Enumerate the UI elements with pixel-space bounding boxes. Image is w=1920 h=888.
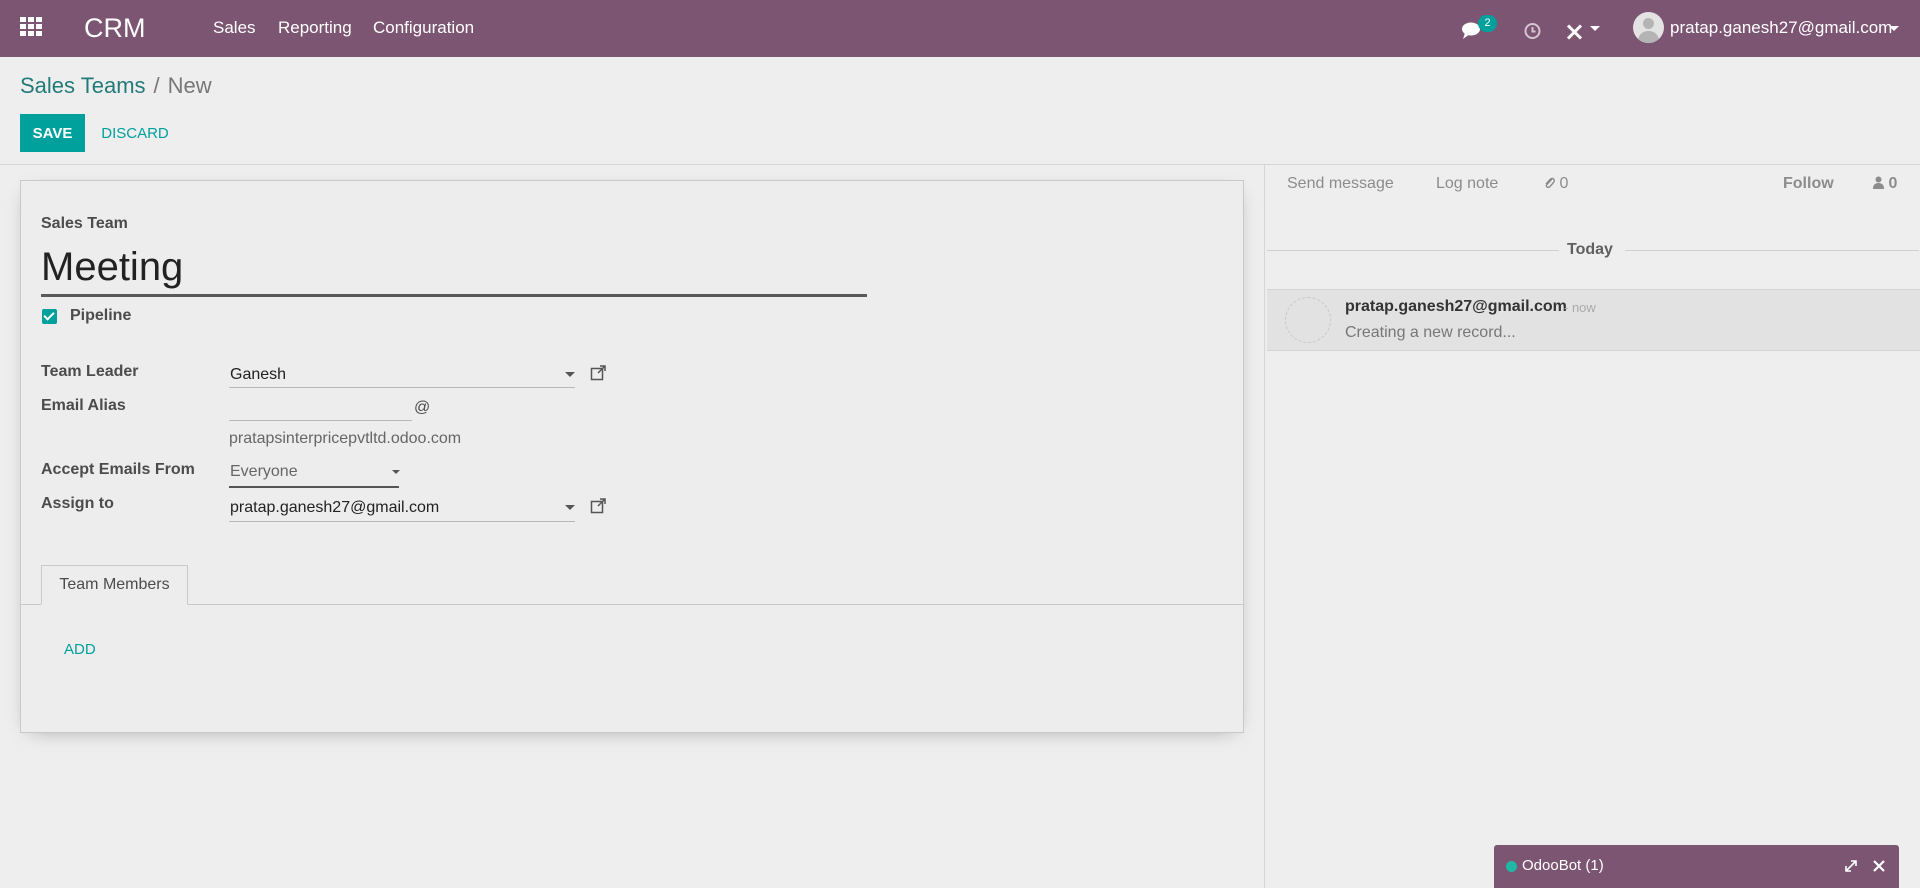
message-time: - now — [1564, 300, 1596, 315]
avatar[interactable] — [1633, 12, 1664, 43]
sales-team-name-input[interactable] — [41, 241, 867, 297]
close-icon[interactable] — [1871, 858, 1887, 874]
attachments-count: 0 — [1559, 175, 1569, 192]
form-sheet: Sales Team Pipeline Team Leader Email Al… — [20, 180, 1244, 733]
app-brand[interactable]: CRM — [84, 11, 146, 45]
breadcrumb-current: New — [167, 73, 212, 98]
menu-sales[interactable]: Sales — [213, 18, 256, 38]
breadcrumb-separator: / — [153, 73, 160, 98]
odoobot-title[interactable]: OdooBot (1) — [1522, 857, 1604, 874]
debug-tools-icon[interactable] — [1566, 20, 1583, 44]
chevron-down-icon[interactable] — [565, 372, 575, 377]
chevron-down-icon[interactable] — [1889, 26, 1899, 31]
divider — [1267, 250, 1559, 251]
chevron-down-icon[interactable] — [1590, 26, 1600, 31]
message-author[interactable]: pratap.ganesh27@gmail.com — [1345, 298, 1567, 316]
external-link-icon[interactable] — [590, 498, 606, 514]
date-separator: Today — [1567, 241, 1613, 258]
menu-configuration[interactable]: Configuration — [373, 18, 474, 38]
email-alias-label: Email Alias — [41, 397, 126, 414]
expand-icon[interactable] — [1843, 858, 1859, 874]
accept-emails-select[interactable]: Everyone — [229, 460, 400, 488]
online-status-icon — [1506, 861, 1517, 872]
follow-button[interactable]: Follow — [1783, 175, 1834, 193]
divider — [1625, 250, 1919, 251]
email-alias-input[interactable] — [229, 395, 412, 421]
sales-team-label: Sales Team — [41, 215, 128, 232]
clock-icon[interactable] — [1524, 19, 1541, 43]
user-icon — [1873, 176, 1884, 189]
send-message-button[interactable]: Send message — [1287, 175, 1394, 193]
followers-button[interactable]: 0 — [1873, 175, 1897, 193]
user-menu[interactable]: pratap.ganesh27@gmail.com — [1670, 18, 1892, 38]
chatter-message: pratap.ganesh27@gmail.com - now Creating… — [1267, 289, 1920, 351]
accept-emails-label: Accept Emails From — [41, 461, 195, 478]
pipeline-checkbox[interactable] — [42, 309, 57, 324]
paperclip-icon — [1545, 177, 1555, 189]
team-leader-label: Team Leader — [41, 363, 139, 380]
breadcrumb-sales-teams[interactable]: Sales Teams — [20, 73, 146, 98]
pipeline-label: Pipeline — [70, 307, 132, 324]
avatar[interactable] — [1285, 297, 1331, 343]
discard-button[interactable]: DISCARD — [95, 114, 175, 152]
attachments-button[interactable]: 0 — [1543, 175, 1568, 193]
log-note-button[interactable]: Log note — [1436, 175, 1498, 193]
odoobot-chat-window[interactable]: OdooBot (1) — [1494, 845, 1899, 888]
chat-count-badge: 2 — [1478, 15, 1497, 32]
message-body: Creating a new record... — [1345, 324, 1516, 341]
apps-menu-icon[interactable] — [20, 17, 44, 39]
top-navbar: CRM Sales Reporting Configuration 2 prat… — [0, 0, 1920, 57]
menu-reporting[interactable]: Reporting — [278, 18, 352, 38]
chevron-down-icon — [392, 470, 400, 474]
accept-emails-value: Everyone — [230, 463, 298, 480]
followers-count: 0 — [1888, 175, 1898, 192]
assign-to-label: Assign to — [41, 495, 114, 512]
team-leader-input[interactable] — [229, 362, 575, 388]
tab-divider — [21, 604, 1243, 605]
assign-to-input[interactable] — [229, 494, 575, 522]
breadcrumb: Sales Teams / New — [20, 72, 212, 100]
email-at-sign: @ — [414, 399, 431, 416]
chatter-panel: Send message Log note 0 Follow 0 Today p… — [1264, 165, 1920, 888]
external-link-icon[interactable] — [590, 365, 606, 381]
email-domain: pratapsinterpricepvtltd.odoo.com — [229, 430, 462, 447]
chevron-down-icon[interactable] — [565, 505, 575, 510]
save-button[interactable]: SAVE — [20, 114, 85, 152]
add-member-button[interactable]: ADD — [64, 641, 96, 658]
tab-team-members[interactable]: Team Members — [41, 565, 188, 605]
